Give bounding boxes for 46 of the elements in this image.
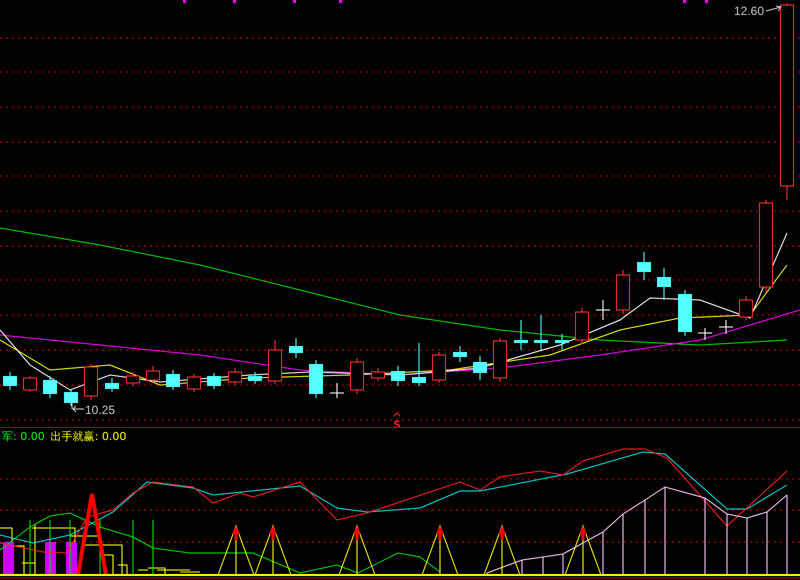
candlestick bbox=[350, 358, 364, 394]
candlestick bbox=[718, 320, 734, 334]
candlestick bbox=[453, 346, 467, 362]
candlestick bbox=[657, 268, 671, 300]
candlestick bbox=[43, 376, 57, 398]
signal-marker: S bbox=[393, 420, 401, 428]
candlestick bbox=[146, 366, 160, 384]
candlestick bbox=[166, 370, 180, 390]
arrow-icon bbox=[766, 6, 782, 12]
caret-icon bbox=[394, 412, 400, 416]
candlestick bbox=[126, 372, 140, 386]
candlestick bbox=[207, 372, 221, 390]
candlestick bbox=[596, 300, 610, 320]
candlestick bbox=[412, 342, 426, 386]
candlestick bbox=[473, 356, 487, 380]
indicator-reading: 出手就赢: 0.00 bbox=[50, 429, 126, 444]
candlestick bbox=[698, 328, 712, 340]
candlestick bbox=[514, 320, 528, 350]
arrow-icon bbox=[72, 402, 84, 412]
indicator-reading: 军: 0.00 bbox=[2, 429, 45, 444]
candlestick bbox=[84, 364, 98, 400]
candlestick bbox=[3, 372, 17, 390]
candlestick bbox=[268, 340, 282, 384]
candlestick bbox=[187, 374, 201, 392]
candlestick bbox=[309, 360, 323, 398]
candlestick bbox=[371, 368, 385, 382]
price-label: 10.25 bbox=[85, 403, 116, 417]
candlestick bbox=[248, 372, 262, 384]
candlestick bbox=[432, 352, 446, 384]
candlestick bbox=[678, 290, 692, 336]
histogram-bar bbox=[3, 542, 14, 575]
price-label: 12.60 bbox=[734, 4, 764, 18]
candlestick bbox=[289, 338, 303, 358]
candlestick bbox=[391, 366, 405, 386]
candlestick bbox=[555, 334, 569, 350]
candlestick bbox=[575, 308, 589, 344]
candlestick bbox=[228, 368, 242, 386]
candlestick bbox=[637, 252, 651, 280]
candlestick bbox=[493, 338, 507, 382]
candlestick bbox=[616, 270, 630, 314]
candlestick bbox=[534, 314, 548, 350]
candlestick bbox=[23, 376, 37, 392]
candlestick bbox=[739, 296, 753, 320]
candlestick bbox=[64, 390, 78, 406]
candlestick bbox=[330, 382, 344, 398]
candlestick bbox=[105, 378, 119, 392]
